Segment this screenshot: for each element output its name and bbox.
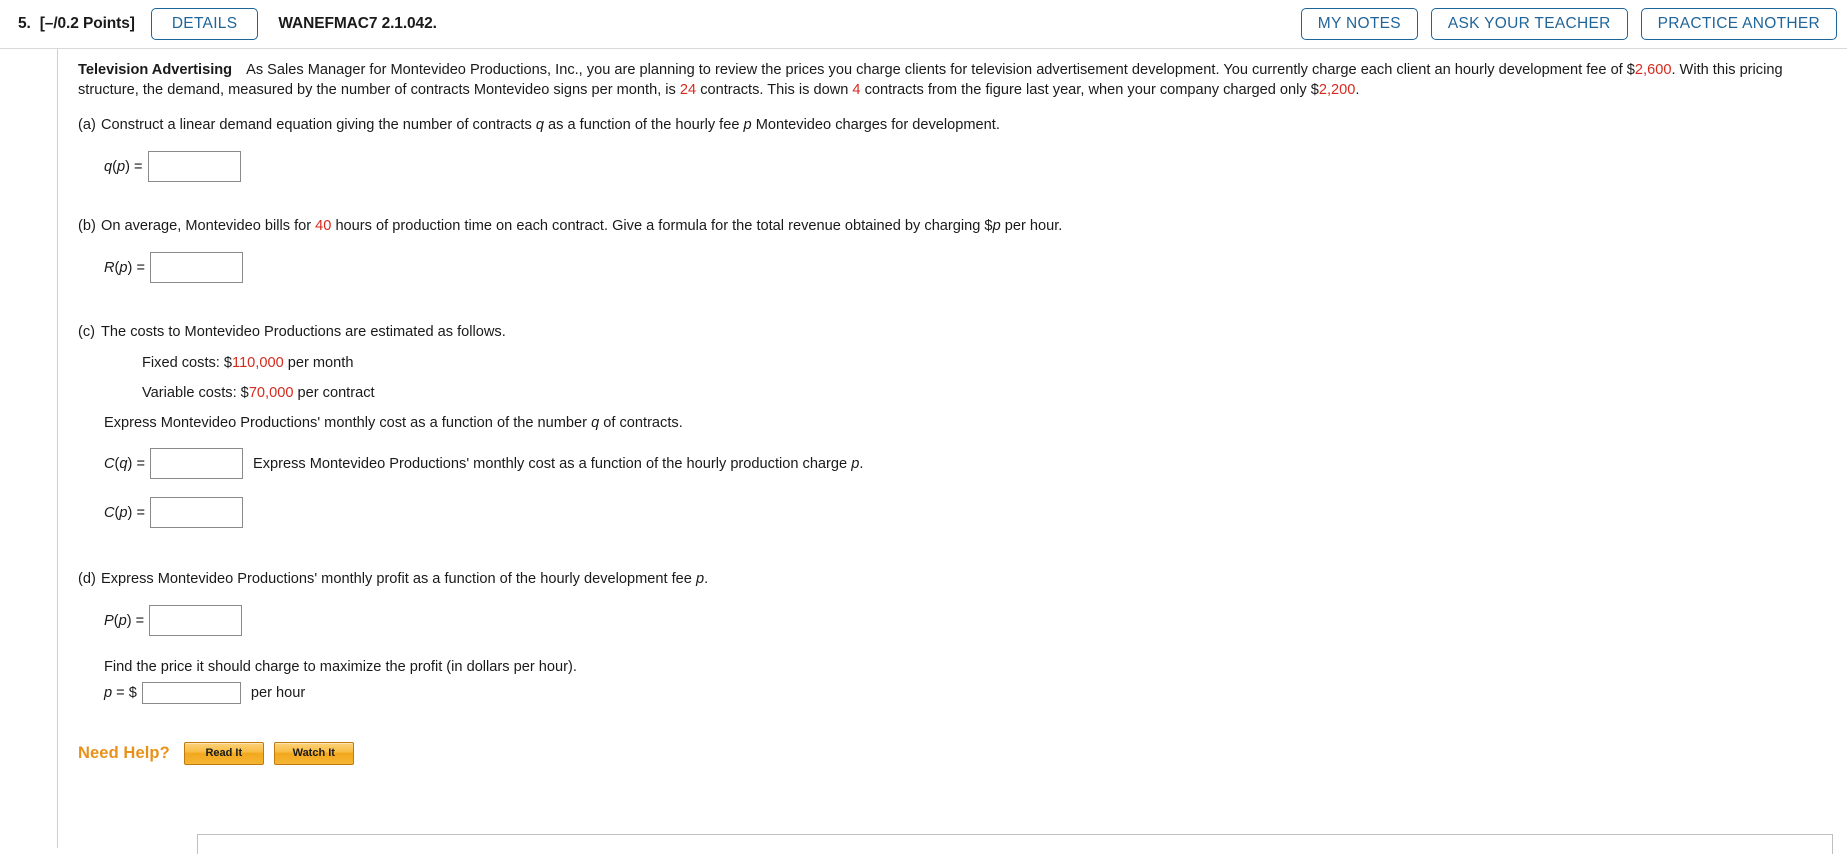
part-b-arg: p (119, 259, 128, 276)
read-it-button[interactable]: Read It (183, 742, 264, 766)
part-c-cq-arg: q (119, 455, 128, 472)
price-input[interactable] (141, 682, 241, 704)
part-d-answer-row: P(p) = (70, 605, 1833, 636)
price-var-p: p (104, 685, 113, 701)
problem-statement: Television Advertising As Sales Manager f… (70, 60, 1833, 100)
part-b-text: On average, Montevideo bills for 40 hour… (101, 216, 1833, 236)
need-help-label: Need Help? (78, 744, 170, 763)
part-d-label: (d) (78, 571, 96, 587)
question-header-actions: MY NOTES ASK YOUR TEACHER PRACTICE ANOTH… (1300, 7, 1837, 41)
part-b-text-3: per hour. (1000, 218, 1063, 234)
express-cost-p-text: Express Montevideo Productions' monthly … (253, 456, 863, 472)
part-d-text-1: Express Montevideo Productions' monthly … (101, 571, 696, 587)
practice-another-button[interactable]: PRACTICE ANOTHER (1640, 7, 1837, 41)
need-help-row: Need Help? Read It Watch It (70, 742, 1833, 766)
price-eq-dollar: = $ (112, 685, 137, 701)
part-b-text-1: On average, Montevideo bills for (101, 218, 316, 234)
down-contracts-value: 4 (852, 82, 861, 98)
question-content: Television Advertising As Sales Manager f… (58, 49, 1847, 848)
part-c-label: (c) (78, 324, 96, 340)
price-answer-label: p = $ (104, 685, 137, 701)
part-a-var-q: q (535, 117, 544, 133)
fixed-costs-suffix: per month (283, 355, 354, 371)
part-d-answer-label: P(p) = (104, 612, 145, 629)
problem-intro-1: As Sales Manager for Montevideo Producti… (246, 62, 1635, 78)
part-a: (a) Construct a linear demand equation g… (70, 115, 1833, 135)
fixed-costs-label: Fixed costs: $ (142, 355, 233, 371)
part-d-text: Express Montevideo Productions' monthly … (101, 569, 1833, 589)
part-c-cp-label: C(p) = (104, 504, 145, 521)
part-a-answer-row: q(p) = (70, 151, 1833, 182)
variable-costs-label: Variable costs: $ (142, 385, 249, 401)
part-d-fn: P (104, 612, 114, 629)
problem-title: Television Advertising (78, 62, 233, 78)
question-header-bar: 5. [–/0.2 Points] DETAILS WANEFMAC7 2.1.… (0, 0, 1847, 49)
part-b-fn: R (104, 259, 115, 276)
part-b-text-2: hours of production time on each contrac… (331, 218, 993, 234)
watch-it-button[interactable]: Watch It (273, 742, 354, 766)
part-d-arg: p (118, 612, 127, 629)
next-question-panel (197, 834, 1833, 854)
fixed-costs-value: 110,000 (232, 355, 284, 371)
price-answer-row: p = $ per hour (70, 682, 1833, 704)
part-a-arg: p (117, 158, 126, 175)
question-body: Television Advertising As Sales Manager f… (0, 49, 1847, 854)
variable-costs-value: 70,000 (248, 385, 294, 401)
question-header-left: 5. [–/0.2 Points] DETAILS WANEFMAC7 2.1.… (18, 7, 1301, 41)
express-cost-q-text: Express Montevideo Productions' monthly … (70, 413, 1833, 433)
part-d-var-p: p (695, 571, 705, 587)
variable-costs-line: Variable costs: $70,000 per contract (70, 383, 1833, 403)
part-b-hours-value: 40 (315, 218, 332, 234)
part-c-cq-fn: C (104, 455, 115, 472)
express-cost-p-text-2: . (859, 455, 864, 472)
part-a-var-p: p (743, 117, 752, 133)
question-points: [–/0.2 Points] (39, 15, 135, 32)
express-cost-q-text-2: of contracts. (599, 415, 683, 431)
part-b-var-p: p (992, 218, 1001, 234)
part-a-label: (a) (78, 117, 96, 133)
variable-costs-suffix: per contract (293, 385, 375, 401)
part-b-answer-row: R(p) = (70, 252, 1833, 283)
ask-your-teacher-button[interactable]: ASK YOUR TEACHER (1430, 7, 1628, 41)
problem-intro-5: . (1355, 82, 1360, 98)
part-b-answer-input[interactable] (149, 252, 243, 283)
fixed-costs-line: Fixed costs: $110,000 per month (70, 353, 1833, 373)
part-b-label: (b) (78, 218, 96, 234)
part-c-cq-label: C(q) = (104, 455, 145, 472)
express-cost-q-var: q (591, 415, 600, 431)
part-b-answer-label: R(p) = (104, 259, 145, 276)
my-notes-button[interactable]: MY NOTES (1300, 7, 1418, 41)
part-c-cp-input[interactable] (149, 497, 243, 528)
hourly-fee-value: 2,600 (1634, 62, 1672, 78)
part-a-text-3: Montevideo charges for development. (751, 117, 1000, 133)
maximize-profit-text: Find the price it should charge to maxim… (104, 659, 577, 675)
express-cost-p-text-1: Express Montevideo Productions' monthly … (252, 455, 852, 472)
part-a-text: Construct a linear demand equation givin… (101, 115, 1833, 135)
part-c-cp-answer-row: C(p) = (70, 497, 1833, 528)
question-number: 5. (18, 15, 31, 32)
problem-intro-3: contracts. This is down (696, 82, 853, 98)
part-c-text: The costs to Montevideo Productions are … (101, 324, 506, 340)
part-c: (c) The costs to Montevideo Productions … (70, 322, 1833, 342)
last-year-fee-value: 2,200 (1318, 82, 1356, 98)
problem-intro-4: contracts from the figure last year, whe… (860, 82, 1319, 98)
part-c-cp-fn: C (104, 504, 115, 521)
part-a-fn: q (104, 158, 113, 175)
part-d-answer-input[interactable] (149, 605, 243, 636)
contracts-value: 24 (679, 82, 697, 98)
part-d-text-2: . (704, 571, 709, 587)
part-a-text-2: as a function of the hourly fee (543, 117, 744, 133)
part-a-text-1: Construct a linear demand equation givin… (101, 117, 536, 133)
details-button[interactable]: DETAILS (150, 7, 259, 41)
price-unit-label: per hour (250, 685, 306, 701)
part-c-cq-answer-row: C(q) = Express Montevideo Productions' m… (70, 448, 1833, 479)
assignment-code: WANEFMAC7 2.1.042. (278, 15, 437, 32)
part-a-answer-input[interactable] (147, 151, 241, 182)
part-c-cp-arg: p (119, 504, 128, 521)
express-cost-q-text-1: Express Montevideo Productions' monthly … (104, 415, 592, 431)
part-a-answer-label: q(p) = (104, 158, 143, 175)
part-d: (d) Express Montevideo Productions' mont… (70, 569, 1833, 589)
part-c-cq-input[interactable] (149, 448, 243, 479)
part-b: (b) On average, Montevideo bills for 40 … (70, 216, 1833, 236)
